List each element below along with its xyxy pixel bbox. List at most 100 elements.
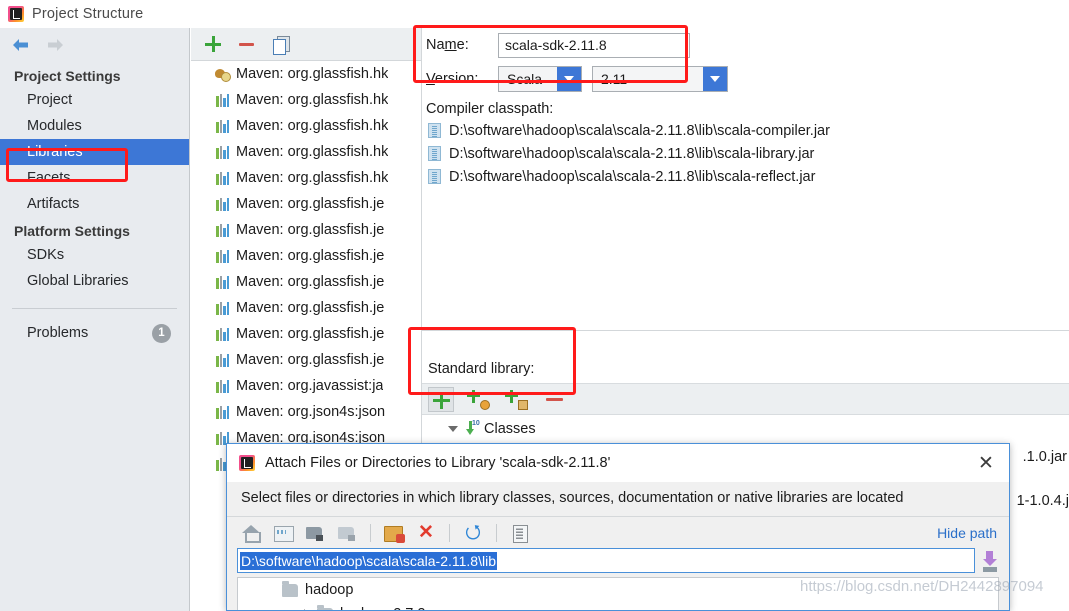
hide-path-link[interactable]: Hide path (937, 525, 997, 541)
sidebar-item-libraries[interactable]: Libraries (0, 139, 189, 165)
name-field-row: Name: (422, 28, 1069, 62)
save-path-icon[interactable] (981, 550, 999, 572)
classpath-path: D:\software\hadoop\scala\scala-2.11.8\li… (449, 122, 830, 139)
sidebar-item-artifacts[interactable]: Artifacts (0, 191, 189, 217)
library-name: Maven: org.glassfish.je (236, 248, 385, 264)
module-folder-icon[interactable] (335, 522, 359, 544)
clipped-jar-entry: 1-1.0.4.j (1016, 493, 1069, 509)
sidebar-item-modules[interactable]: Modules (0, 113, 189, 139)
list-item[interactable]: Maven: org.glassfish.hk (191, 87, 421, 113)
close-icon[interactable]: ✕ (969, 448, 1003, 478)
list-item[interactable]: Maven: org.glassfish.hk (191, 61, 421, 87)
show-hidden-files-icon[interactable] (508, 522, 532, 544)
jar-icon (428, 169, 441, 184)
version-number-value: 2.11 (601, 71, 628, 87)
tree-row[interactable]: hadoop (238, 578, 998, 602)
path-input-value: D:\software\hadoop\scala\scala-2.11.8\li… (240, 551, 497, 570)
window-titlebar: Project Structure (0, 0, 1069, 28)
plus-module-icon[interactable] (504, 387, 530, 412)
plus-icon[interactable] (203, 34, 223, 54)
delete-x-icon[interactable]: ✕ (414, 522, 438, 544)
library-bars-icon (215, 197, 230, 212)
dialog-titlebar: Attach Files or Directories to Library '… (227, 444, 1009, 482)
list-item[interactable]: Maven: org.glassfish.je (191, 217, 421, 243)
classpath-entry[interactable]: D:\software\hadoop\scala\scala-2.11.8\li… (422, 142, 1069, 165)
list-item[interactable]: Maven: org.glassfish.je (191, 269, 421, 295)
version-kind-dropdown[interactable]: Scala (498, 66, 582, 92)
home-icon[interactable] (239, 522, 263, 544)
list-item[interactable]: Maven: org.glassfish.hk (191, 165, 421, 191)
tree-node-label: Classes (484, 420, 536, 437)
sidebar-divider (12, 308, 177, 309)
list-item[interactable]: Maven: org.glassfish.je (191, 321, 421, 347)
library-bars-icon (215, 249, 230, 264)
dialog-toolbar: ✕ ⭯ Hide path (227, 516, 1009, 548)
minus-icon[interactable] (237, 34, 257, 54)
tree-row[interactable]: hadoop-2.7.2 (238, 602, 998, 610)
sidebar-item-facets[interactable]: Facets (0, 165, 189, 191)
minus-icon[interactable] (542, 387, 568, 412)
list-item[interactable]: Maven: org.glassfish.je (191, 295, 421, 321)
tree-row-label: hadoop-2.7.2 (340, 606, 425, 610)
sidebar-section-project-settings: Project Settings Project Modules Librari… (0, 62, 189, 217)
tree-row-label: hadoop (305, 582, 354, 598)
toolbar-divider (496, 523, 497, 542)
library-bars-icon (215, 275, 230, 290)
sidebar-section-platform-settings: Platform Settings SDKs Global Libraries (0, 217, 189, 294)
refresh-icon[interactable]: ⭯ (461, 522, 485, 544)
list-item[interactable]: Maven: org.glassfish.hk (191, 113, 421, 139)
sidebar-heading-platform-settings: Platform Settings (14, 223, 130, 239)
version-field-row: Version: Scala 2.11 (422, 62, 1069, 96)
sidebar-item-global-libraries[interactable]: Global Libraries (0, 268, 189, 294)
list-item[interactable]: Maven: org.glassfish.je (191, 243, 421, 269)
jar-icon (428, 123, 441, 138)
library-name-input[interactable] (498, 32, 690, 58)
compiler-classpath-label: Compiler classpath: (426, 101, 554, 117)
list-item[interactable]: Maven: org.glassfish.hk (191, 139, 421, 165)
desktop-icon[interactable] (271, 522, 295, 544)
problems-label: Problems (27, 325, 89, 341)
library-bars-icon (215, 379, 230, 394)
new-folder-icon[interactable] (382, 522, 406, 544)
sidebar-item-sdks[interactable]: SDKs (0, 242, 189, 268)
library-name: Maven: org.javassist:ja (236, 378, 384, 394)
problems-count-badge: 1 (152, 323, 171, 343)
plus-icon[interactable] (428, 386, 454, 412)
library-name: Maven: org.glassfish.je (236, 274, 385, 290)
list-item[interactable]: Maven: org.glassfish.je (191, 191, 421, 217)
classpath-entry[interactable]: D:\software\hadoop\scala\scala-2.11.8\li… (422, 119, 1069, 142)
dialog-subtitle: Select files or directories in which lib… (227, 482, 1009, 516)
sidebar-heading-project-settings: Project Settings (14, 68, 121, 84)
chevron-down-icon[interactable] (448, 425, 458, 432)
version-number-dropdown[interactable]: 2.11 (592, 66, 728, 92)
intellij-idea-icon (239, 455, 255, 471)
library-bars-icon (215, 145, 230, 160)
plus-globe-icon[interactable] (466, 387, 492, 412)
library-bars-icon (215, 327, 230, 342)
compiler-classpath-list: D:\software\hadoop\scala\scala-2.11.8\li… (422, 119, 1069, 188)
project-structure-window: Project Structure Project Settings Proje… (0, 0, 1069, 611)
library-name: Maven: org.glassfish.je (236, 352, 385, 368)
arrow-left-icon[interactable] (10, 36, 32, 54)
list-item[interactable]: Maven: org.javassist:ja (191, 373, 421, 399)
path-input[interactable]: D:\software\hadoop\scala\scala-2.11.8\li… (237, 548, 975, 573)
dialog-path-row: D:\software\hadoop\scala\scala-2.11.8\li… (227, 548, 1009, 573)
version-kind-value: Scala (507, 71, 543, 87)
library-list-toolbar (191, 28, 421, 61)
list-item[interactable]: Maven: org.glassfish.je (191, 347, 421, 373)
library-name: Maven: org.glassfish.hk (236, 66, 389, 82)
file-browser-tree[interactable]: hadoop hadoop-2.7.2 (237, 577, 999, 610)
sidebar-nav-arrows (0, 28, 189, 62)
sidebar-item-problems[interactable]: Problems 1 (0, 319, 189, 347)
sidebar-item-project[interactable]: Project (0, 87, 189, 113)
name-label: Name: (426, 37, 469, 53)
copy-icon[interactable] (271, 34, 291, 55)
library-bars-icon (215, 353, 230, 368)
maven-icon (215, 67, 231, 82)
classpath-entry[interactable]: D:\software\hadoop\scala\scala-2.11.8\li… (422, 165, 1069, 188)
arrow-right-icon[interactable] (44, 36, 66, 54)
tree-node-classes[interactable]: 10 Classes (422, 416, 1069, 441)
project-folder-icon[interactable] (303, 522, 327, 544)
list-item[interactable]: Maven: org.json4s:json (191, 399, 421, 425)
window-title: Project Structure (32, 6, 144, 22)
